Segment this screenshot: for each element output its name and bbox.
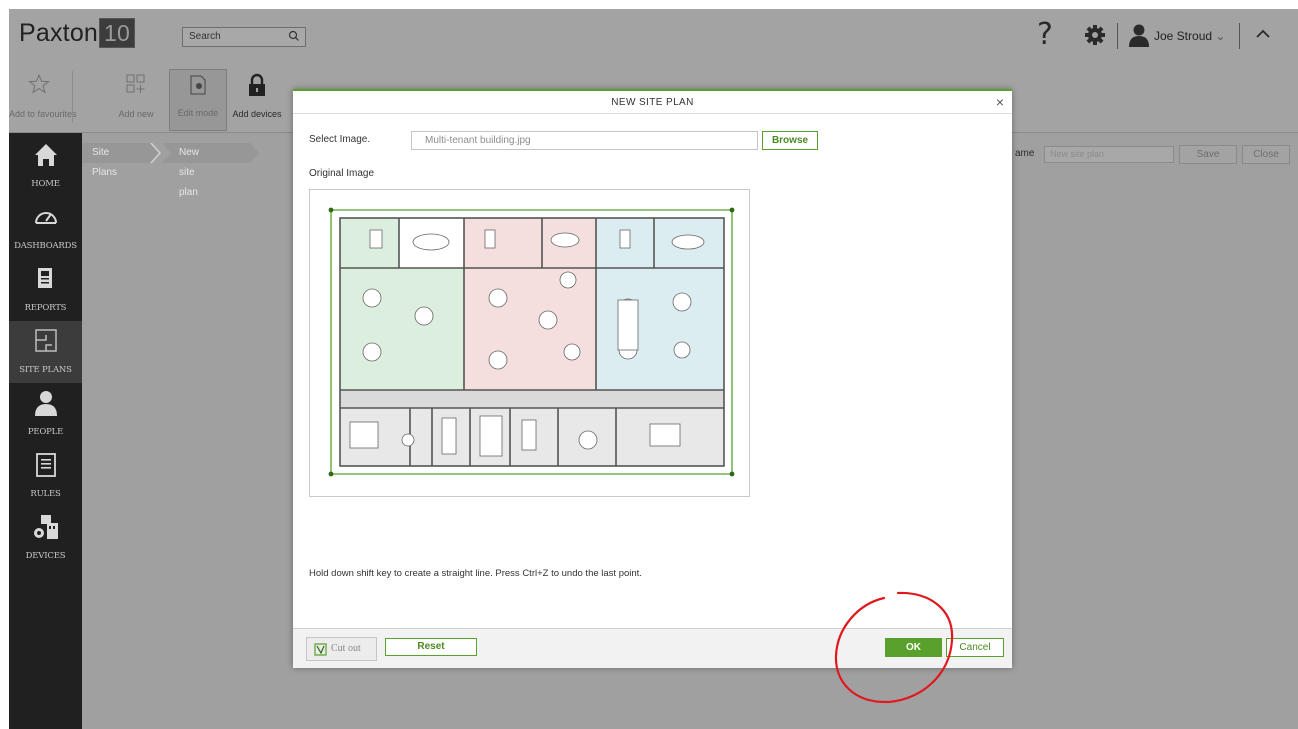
new-site-plan-dialog: NEW SITE PLAN × Select Image. Multi-tena… (293, 89, 1012, 668)
sidebar-item-label: HOME (31, 179, 60, 189)
sidebar-item-reports[interactable]: REPORTS (9, 259, 82, 321)
sidebar-item-devices[interactable]: DEVICES (9, 507, 82, 569)
sidebar: HOME DASHBOARDS REPORTS SITE PLANS PEOPL… (9, 133, 82, 729)
sidebar-item-home[interactable]: HOME (9, 135, 82, 197)
sidebar-item-people[interactable]: PEOPLE (9, 383, 82, 445)
grid-plus-icon (126, 74, 145, 93)
divider (1117, 23, 1118, 49)
help-icon[interactable]: ? (1037, 17, 1053, 52)
add-devices-button[interactable]: Add devices (229, 69, 285, 131)
home-icon (34, 144, 57, 166)
user-icon (1129, 24, 1149, 47)
rules-icon (35, 453, 56, 477)
save-button[interactable]: Save (1179, 145, 1237, 164)
search-box[interactable]: Search (182, 27, 306, 47)
gear-icon[interactable] (1084, 24, 1106, 46)
chevron-down-icon: ⌄ (1215, 29, 1226, 43)
sidebar-item-label: DEVICES (25, 551, 66, 561)
divider (1239, 23, 1240, 49)
dialog-title: NEW SITE PLAN (611, 97, 694, 108)
padlock-icon (249, 73, 265, 96)
search-placeholder: Search (189, 31, 221, 42)
edit-mode-icon (190, 75, 206, 95)
toolbar-label: Add to favourites (9, 109, 77, 119)
select-image-input[interactable]: Multi-tenant building.jpg (411, 131, 758, 150)
add-new-button[interactable]: Add new (113, 69, 159, 131)
sidebar-item-label: PEOPLE (27, 427, 64, 437)
sidebar-item-dashboards[interactable]: DASHBOARDS (9, 197, 82, 259)
site-plan-name-input[interactable]: New site plan (1044, 146, 1174, 163)
sidebar-item-label: SITE PLANS (19, 365, 72, 375)
divider (72, 71, 73, 123)
user-name: Joe Stroud (1154, 29, 1213, 43)
dialog-footer: Cut out Reset OK Cancel (293, 629, 1012, 668)
browse-button[interactable]: Browse (762, 131, 818, 150)
toolbar-label: Edit mode (177, 108, 219, 118)
breadcrumb-item-site-plans[interactable]: Site Plans (92, 143, 117, 178)
select-image-label: Select Image. (309, 134, 371, 145)
reports-icon (37, 268, 52, 288)
floor-plan-image[interactable] (310, 190, 749, 496)
sidebar-item-label: DASHBOARDS (14, 241, 77, 251)
original-image-frame (309, 189, 750, 497)
close-button[interactable]: Close (1242, 145, 1290, 164)
sidebar-item-label: RULES (30, 489, 61, 499)
cut-out-icon (314, 643, 327, 656)
logo-text: Paxton (19, 19, 99, 47)
logo-version: 10 (99, 18, 136, 48)
divider (293, 113, 1012, 114)
original-image-label: Original Image (309, 168, 375, 179)
edit-mode-button[interactable]: Edit mode (169, 69, 227, 131)
reset-button[interactable]: Reset (385, 638, 477, 656)
name-label: ame (1015, 148, 1035, 159)
sidebar-item-site-plans[interactable]: SITE PLANS (9, 321, 82, 383)
star-icon (28, 73, 50, 94)
search-icon[interactable] (287, 29, 301, 43)
chevron-up-icon[interactable] (1255, 27, 1271, 39)
sidebar-item-label: REPORTS (24, 303, 67, 313)
cut-out-label: Cut out (331, 643, 361, 654)
ok-button[interactable]: OK (885, 638, 942, 657)
instruction-text: Hold down shift key to create a straight… (309, 568, 642, 579)
devices-icon (33, 515, 58, 539)
add-to-favourites-button[interactable]: Add to favourites (9, 69, 77, 131)
breadcrumb-item-new-site-plan: New site plan (179, 147, 200, 198)
toolbar-label: Add new (118, 109, 154, 119)
toolbar-label: Add devices (232, 109, 282, 119)
cancel-button[interactable]: Cancel (946, 638, 1004, 657)
dashboard-icon (34, 212, 57, 224)
top-bar: Paxton 10 Search ? Joe Stroud ⌄ (9, 9, 1298, 61)
paxton-logo: Paxton 10 (19, 18, 136, 48)
person-icon (34, 391, 57, 416)
site-plans-icon (34, 329, 57, 352)
user-menu[interactable]: Joe Stroud ⌄ (1154, 29, 1225, 43)
dialog-close-icon[interactable]: × (996, 94, 1004, 110)
sidebar-item-rules[interactable]: RULES (9, 445, 82, 507)
cut-out-button[interactable]: Cut out (306, 637, 377, 661)
